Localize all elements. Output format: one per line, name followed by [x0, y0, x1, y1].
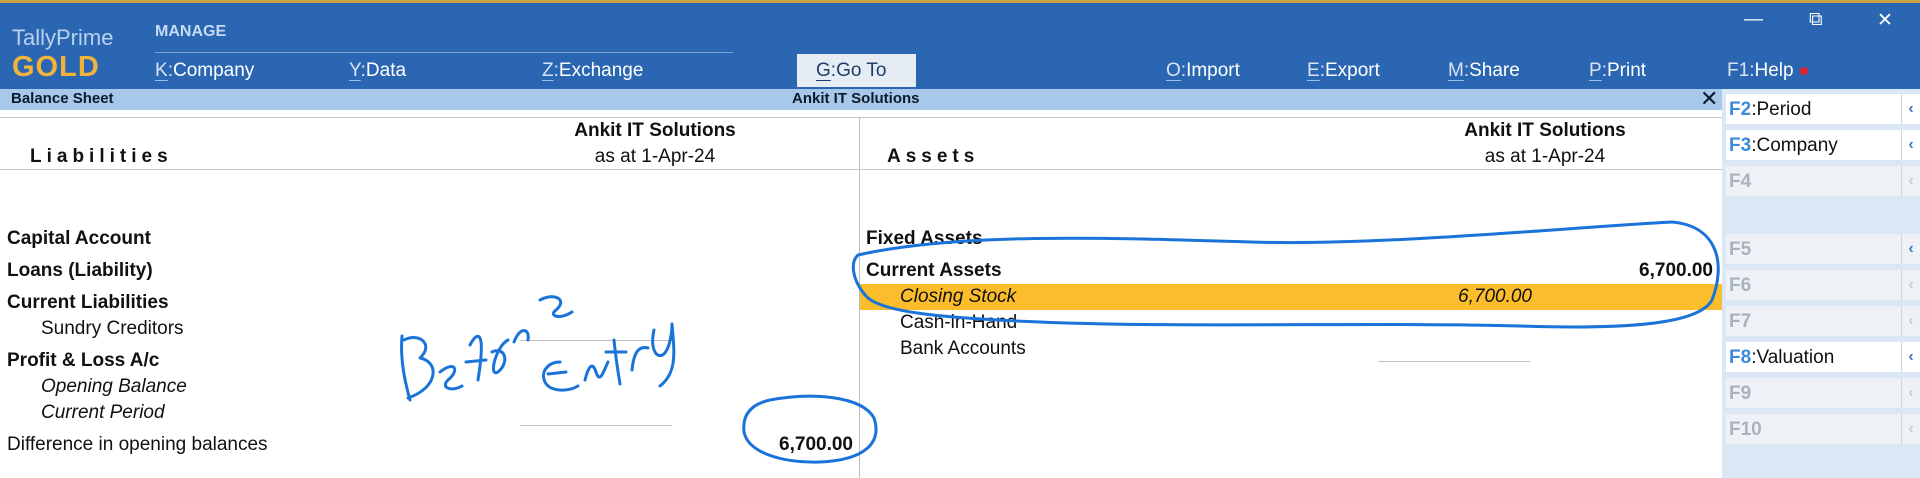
annotation-circle-difference-amount — [742, 394, 878, 464]
handwritten-annotation-layer — [400, 220, 1720, 464]
annotation-text-entry — [542, 322, 676, 392]
annotation-circle-current-assets — [851, 220, 1720, 329]
